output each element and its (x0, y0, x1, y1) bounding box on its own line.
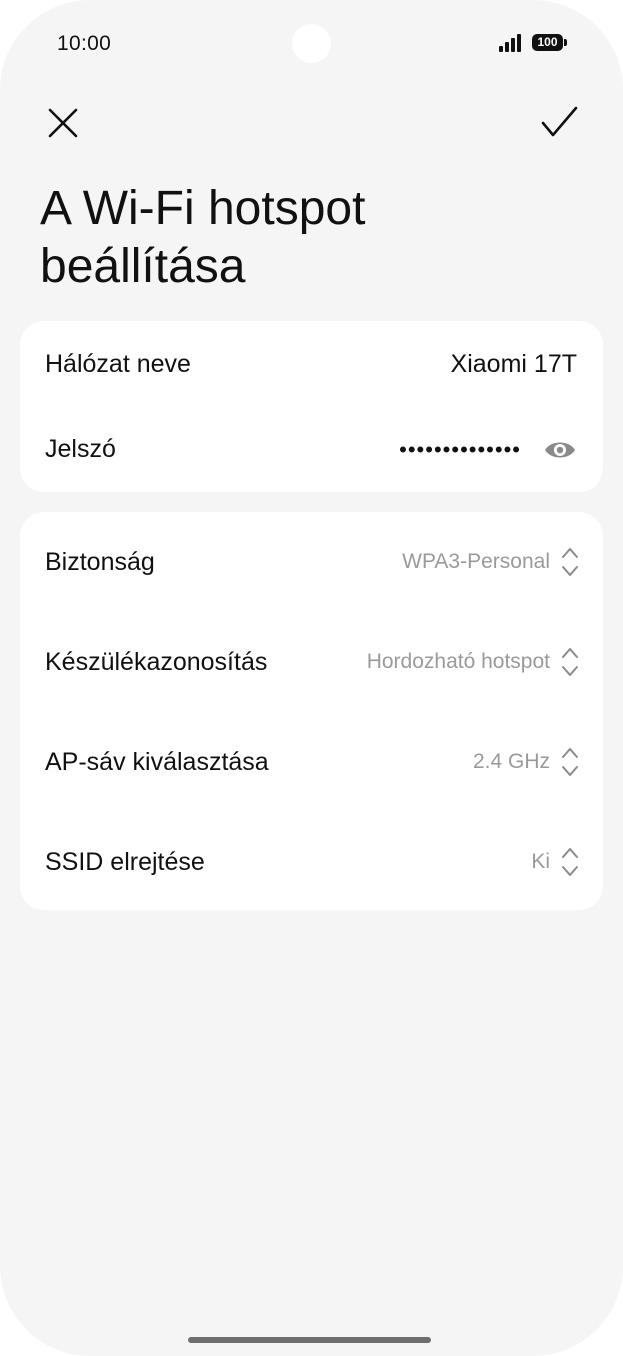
security-value: WPA3-Personal (402, 550, 550, 573)
settings-row-hide-ssid[interactable]: SSID elrejtése Ki (20, 812, 603, 910)
password-value: •••••••••••••• (399, 437, 521, 462)
password-label: Jelszó (45, 435, 116, 463)
device-id-label: Készülékazonosítás (45, 648, 268, 676)
settings-row-device-id[interactable]: Készülékazonosítás Hordozható hotspot (20, 612, 603, 712)
camera-cutout (292, 24, 331, 63)
home-indicator[interactable] (188, 1337, 431, 1343)
confirm-button[interactable] (536, 100, 582, 146)
ap-band-label: AP-sáv kiválasztása (45, 748, 269, 776)
status-time: 10:00 (57, 32, 112, 55)
device-id-value: Hordozható hotspot (366, 650, 550, 673)
eye-icon[interactable] (543, 438, 577, 462)
battery-tip (564, 39, 567, 46)
ap-band-value: 2.4 GHz (472, 750, 550, 773)
network-card: Hálózat neve Xiaomi 17T Jelszó •••••••••… (20, 321, 603, 492)
chevron-updown-icon (562, 748, 578, 776)
close-button[interactable] (40, 100, 86, 146)
hide-ssid-label: SSID elrejtése (45, 848, 205, 876)
phone-screen: 10:00 100 A Wi-Fi hotspot beállítása Hál… (0, 0, 623, 1356)
network-name-row[interactable]: Hálózat neve Xiaomi 17T (20, 321, 603, 407)
network-name-label: Hálózat neve (45, 350, 191, 378)
hide-ssid-value: Ki (531, 850, 550, 873)
chevron-updown-icon (562, 548, 578, 576)
security-label: Biztonság (45, 548, 155, 576)
signal-icon (499, 34, 521, 52)
battery-level: 100 (532, 34, 563, 51)
settings-row-security[interactable]: Biztonság WPA3-Personal (20, 512, 603, 612)
battery-icon: 100 (532, 33, 568, 53)
password-row[interactable]: Jelszó •••••••••••••• (20, 407, 603, 492)
chevron-updown-icon (562, 648, 578, 676)
settings-card: Biztonság WPA3-Personal Készülékazonosít… (20, 512, 603, 910)
page-title: A Wi-Fi hotspot beállítása (40, 182, 366, 293)
network-name-value: Xiaomi 17T (450, 350, 577, 378)
close-icon (48, 108, 78, 138)
settings-row-ap-band[interactable]: AP-sáv kiválasztása 2.4 GHz (20, 712, 603, 812)
status-bar: 10:00 100 (0, 0, 623, 90)
checkmark-icon (541, 106, 578, 137)
chevron-updown-icon (562, 848, 578, 876)
